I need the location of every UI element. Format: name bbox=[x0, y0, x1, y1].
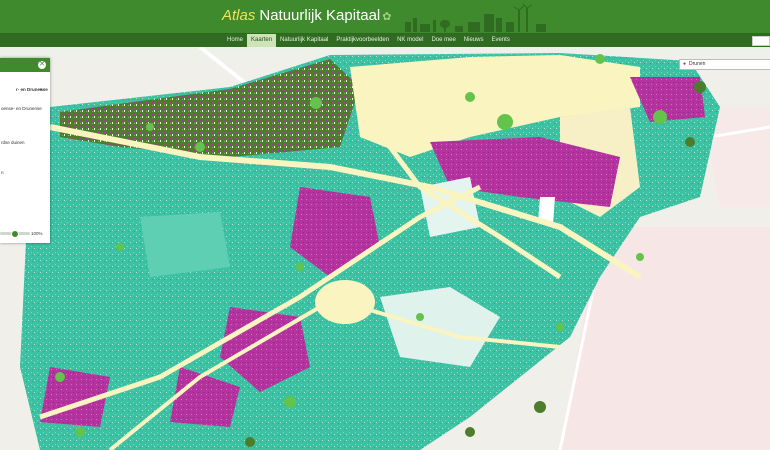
layer-panel-header: ✕ bbox=[0, 58, 50, 72]
site-logo[interactable]: Atlas Natuurlijk Kapitaal ✿ bbox=[222, 7, 391, 24]
main-nav: Home Kaarten Natuurlijk Kapitaal Praktijkvo… bbox=[0, 34, 770, 47]
layer-menu-icon[interactable]: ▾ bbox=[40, 87, 42, 93]
opacity-label: 100% bbox=[31, 231, 43, 236]
nav-item-nk-model[interactable]: NK model bbox=[393, 34, 427, 47]
close-icon[interactable]: ✕ bbox=[38, 61, 46, 69]
layer-line-1: rdse duinen bbox=[1, 140, 25, 145]
skyline-illustration bbox=[405, 4, 546, 32]
geosearch-value: Drunen bbox=[689, 61, 706, 67]
geosearch-box[interactable]: ● Drunen bbox=[679, 59, 770, 70]
habitat-map-layer bbox=[0, 47, 770, 450]
nav-item-doe-mee[interactable]: Doe mee bbox=[427, 34, 459, 47]
nav-search-input[interactable] bbox=[752, 36, 770, 46]
site-header: Atlas Natuurlijk Kapitaal ✿ bbox=[0, 0, 770, 34]
nav-item-home[interactable]: Home bbox=[223, 34, 247, 47]
nav-item-praktijkvoorbeelden[interactable]: Praktijkvoorbeelden bbox=[332, 34, 393, 47]
map-pin-icon: ● bbox=[683, 61, 687, 67]
layer-title: r- en Drunense bbox=[16, 87, 48, 92]
map-canvas[interactable]: ● Drunen bbox=[0, 47, 770, 450]
nav-item-nieuws[interactable]: Nieuws bbox=[460, 34, 488, 47]
slider-knob[interactable] bbox=[10, 230, 19, 238]
nav-item-kaarten[interactable]: Kaarten bbox=[247, 34, 277, 47]
brand-atlas: Atlas bbox=[222, 7, 256, 24]
layer-panel: ✕ r- en Drunense ▾ oense- en Drunense rd… bbox=[0, 58, 50, 243]
leaf-icon: ✿ bbox=[382, 11, 392, 23]
brand-name: Natuurlijk Kapitaal bbox=[259, 7, 381, 24]
layer-line-2: n bbox=[1, 170, 4, 175]
layer-subtitle: oense- en Drunense bbox=[1, 106, 42, 111]
opacity-slider[interactable] bbox=[0, 230, 30, 238]
nav-item-natuurlijk-kapitaal[interactable]: Natuurlijk Kapitaal bbox=[276, 34, 332, 47]
nav-item-events[interactable]: Events bbox=[487, 34, 513, 47]
